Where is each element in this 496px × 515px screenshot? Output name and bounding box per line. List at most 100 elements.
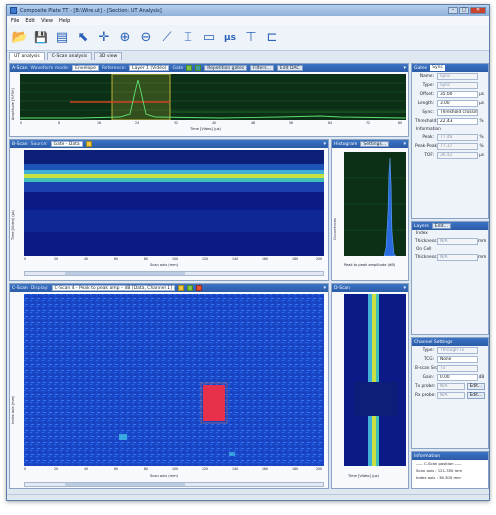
bscan-xtick: 120 <box>202 257 209 261</box>
offset-field[interactable]: 35.00 <box>437 91 478 98</box>
length-label: Length: <box>417 101 434 106</box>
pin-icon[interactable]: ▾ <box>403 285 406 291</box>
menu-file[interactable]: File <box>11 18 19 24</box>
ascan-xtick: 8 <box>58 121 61 125</box>
layout-icon[interactable]: ▤ <box>53 28 71 48</box>
cscan-scrollbar[interactable] <box>24 482 324 487</box>
bscan-svg <box>24 150 324 256</box>
tab-cscan-analysis[interactable]: C-Scan analysis <box>46 52 93 60</box>
dscan-plot[interactable] <box>344 294 406 466</box>
source-select[interactable]: Gate - Data <box>50 141 83 147</box>
view-tabs: UT analysis C-Scan analysis 3D view <box>7 51 489 60</box>
ascan-xtick: 0 <box>20 121 23 125</box>
save-icon[interactable]: 💾 <box>32 28 50 48</box>
tcg-select[interactable]: None <box>437 356 478 363</box>
peak-value: 77.46 <box>437 134 478 141</box>
gate-select[interactable]: Sync <box>430 65 445 71</box>
gate-color-icon[interactable] <box>195 65 202 71</box>
app-icon <box>10 7 17 14</box>
layers-edit-button[interactable]: Edit... <box>431 223 451 229</box>
close-button[interactable]: ✕ <box>470 7 486 14</box>
waveform-mode-select[interactable]: Envelope <box>72 65 99 71</box>
information-label: Information <box>416 127 441 132</box>
cscan-plot[interactable] <box>24 294 324 466</box>
folder-open-icon[interactable]: 📂 <box>11 28 29 48</box>
rx-probe-value: N/A <box>437 392 465 399</box>
filters-button[interactable]: Filters... <box>250 65 274 71</box>
maximize-button[interactable]: □ <box>459 7 469 14</box>
reference-select[interactable]: Layer 1 (Vidéo) <box>129 65 170 71</box>
tcg-label: TCG: <box>423 357 434 362</box>
microseconds-icon[interactable]: μs <box>221 28 239 48</box>
threshold-field[interactable]: 22.43 <box>437 118 478 125</box>
display-select[interactable]: C-Scan 4 - Peak to peak amp – dB [Data, … <box>51 285 175 291</box>
minimize-button[interactable]: – <box>448 7 458 14</box>
menu-view[interactable]: View <box>41 18 53 24</box>
cscan-svg <box>24 294 324 466</box>
cscan-xtick: 80 <box>144 467 149 471</box>
cscan-defect <box>203 385 225 421</box>
peakpeak-label: Peak-Peak: <box>415 144 439 149</box>
probe-icon[interactable]: ⊤ <box>242 28 260 48</box>
channel-settings-panel: Channel Settings Type: Through-Tx TCG: Non… <box>411 337 489 449</box>
scroll-thumb[interactable] <box>65 483 185 486</box>
length-field[interactable]: 3.00 <box>437 100 478 107</box>
histogram-plot[interactable] <box>344 152 406 256</box>
cscan-title: C-Scan <box>12 285 28 291</box>
gate-icon[interactable]: ⌶ <box>179 28 197 48</box>
pin-icon[interactable]: ▾ <box>403 141 406 147</box>
bscan-plot[interactable] <box>24 150 324 256</box>
bscan-xtick: 100 <box>172 257 179 261</box>
pin-icon[interactable]: ▾ <box>323 285 326 291</box>
pointer-icon[interactable]: ⬉ <box>74 28 92 48</box>
palette-icon[interactable] <box>177 285 184 291</box>
repetition-gates-button[interactable]: Repetition gates <box>204 65 248 71</box>
ascan-header: A-Scan Waveform mode: Envelope Reference… <box>10 64 408 72</box>
threshold-label: Threshold: <box>415 119 438 124</box>
channel-settings-header: Channel Settings <box>412 338 488 346</box>
rx-probe-label: Rx probe: <box>415 393 436 398</box>
settings-button[interactable]: Settings... <box>360 141 390 147</box>
zoom-in-icon[interactable]: ⊕ <box>116 28 134 48</box>
menu-edit[interactable]: Edit <box>25 18 35 24</box>
palette-icon[interactable] <box>85 141 92 147</box>
ascan-xtick: 80 <box>398 121 403 125</box>
tx-probe-edit-button[interactable]: Edit... <box>466 383 485 390</box>
information-panel: Information ----- C-Scan position ----- … <box>411 451 489 489</box>
scroll-thumb[interactable] <box>65 272 185 275</box>
zoom-out-icon[interactable]: ⊖ <box>137 28 155 48</box>
ascan-xtick: 64 <box>328 121 333 125</box>
cscan-xlabel: Scan axis (mm) <box>150 474 179 478</box>
pin-icon[interactable]: ▾ <box>323 141 326 147</box>
pin-icon[interactable]: ▾ <box>403 65 406 71</box>
offset-unit: µs <box>479 92 484 97</box>
probe-source-select: Tx <box>437 365 478 372</box>
thickness2-label: Thickness: <box>415 255 438 260</box>
title-bar: Composite Plate TT - [B:\Wire.ut] - [Sec… <box>7 5 489 16</box>
color-icon[interactable] <box>186 285 193 291</box>
histogram-ylabel: Occurrences <box>333 218 337 240</box>
tab-3d-view[interactable]: 3D view <box>94 52 123 60</box>
ascan-xtick: 56 <box>289 121 294 125</box>
type-field: Sync <box>437 82 478 89</box>
dac-icon[interactable]: ⊏ <box>263 28 281 48</box>
cursor-icon[interactable] <box>195 285 202 291</box>
gain-field[interactable]: 0.00 <box>437 374 478 381</box>
measure-icon[interactable]: ⟋ <box>158 28 176 48</box>
sync-select[interactable]: Threshold crossing <box>437 109 478 116</box>
toolbar: 📂 💾 ▤ ⬉ ✛ ⊕ ⊖ ⟋ ⌶ ▭ μs ⊤ ⊏ <box>7 25 489 51</box>
peak-unit: % <box>479 135 484 140</box>
threshold-unit: % <box>479 119 484 124</box>
crosshair-icon[interactable]: ✛ <box>95 28 113 48</box>
rx-probe-edit-button[interactable]: Edit... <box>466 392 485 399</box>
menu-help[interactable]: Help <box>59 18 70 24</box>
tab-ut-analysis[interactable]: UT analysis <box>9 52 45 60</box>
ascan-svg <box>20 74 406 120</box>
ascan-plot[interactable] <box>20 74 406 120</box>
edit-dac-button[interactable]: Edit DAC <box>276 65 303 71</box>
bscan-scrollbar[interactable] <box>24 271 324 276</box>
name-label: Name: <box>419 74 434 79</box>
gate-green-icon[interactable] <box>186 65 193 71</box>
display-icon[interactable]: ▭ <box>200 28 218 48</box>
dscan-header: D-Scan ▾ <box>332 284 408 292</box>
